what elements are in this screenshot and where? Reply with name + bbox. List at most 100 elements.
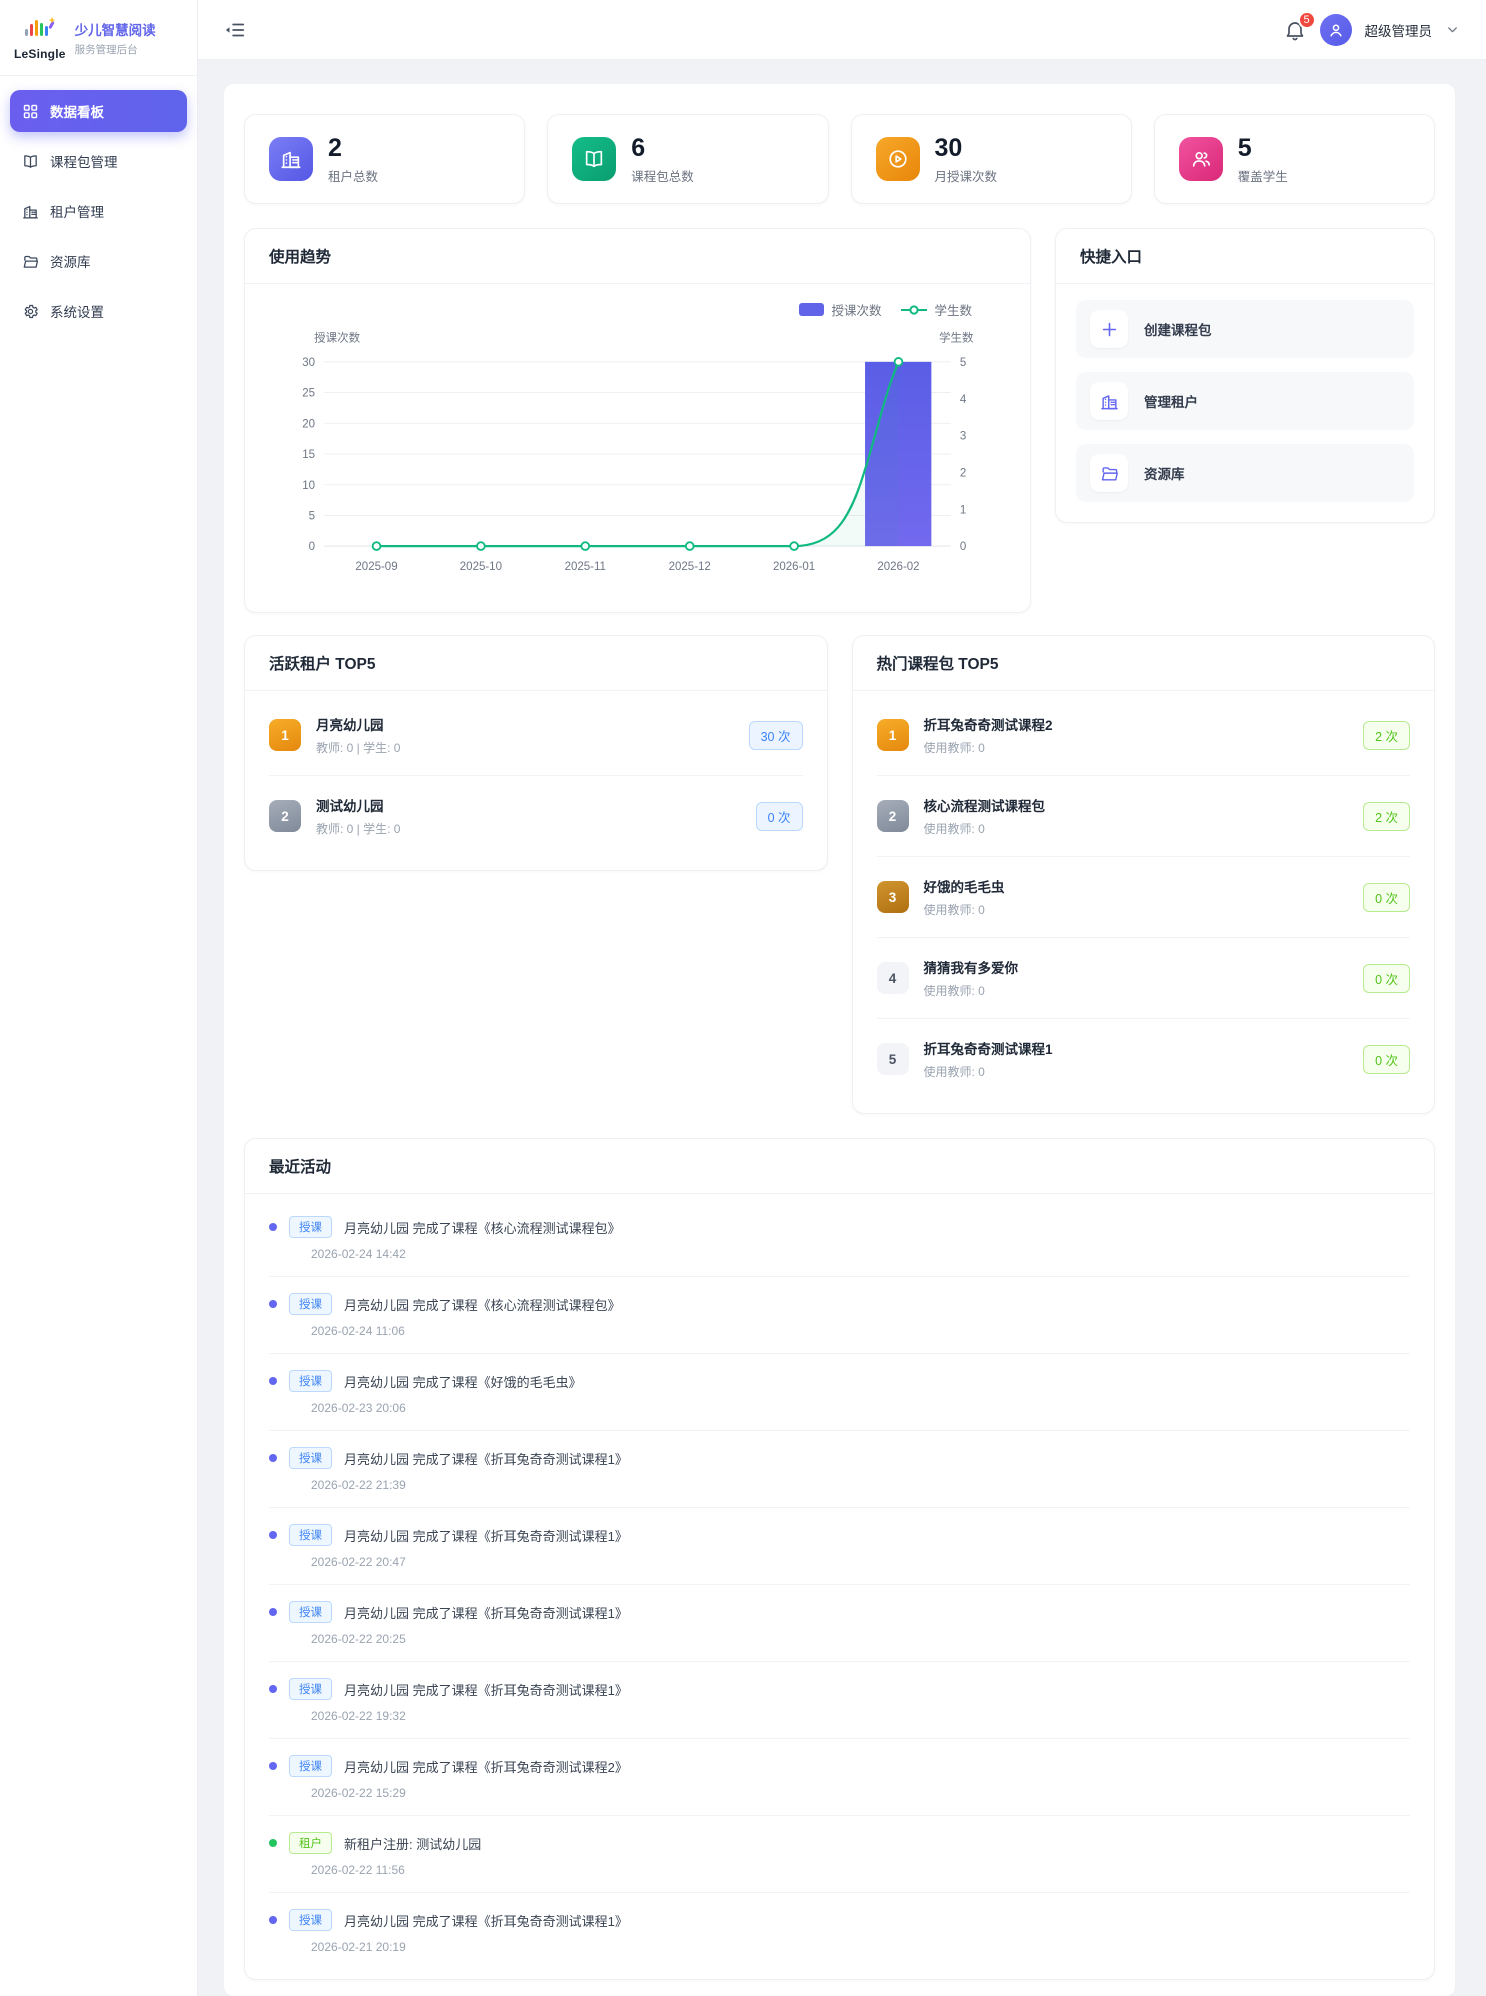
svg-text:2026-02: 2026-02	[877, 561, 919, 573]
content: 2 租户总数 6 课程包总数	[198, 60, 1486, 1996]
sidebar-item-settings[interactable]: 系统设置	[10, 290, 187, 332]
rank-badge: 2	[877, 800, 909, 832]
svg-text:0: 0	[309, 541, 315, 553]
stat-label: 租户总数	[328, 166, 378, 185]
play-icon	[876, 137, 920, 181]
activity-tag: 授课	[289, 1601, 332, 1623]
chevron-down-icon[interactable]	[1445, 22, 1460, 37]
stat-label: 课程包总数	[631, 166, 694, 185]
activity-row: 授课 月亮幼儿园 完成了课程《好饿的毛毛虫》 2026-02-23 20:06	[269, 1354, 1410, 1431]
sidebar-item-label: 系统设置	[50, 301, 104, 321]
svg-text:25: 25	[302, 388, 315, 400]
activity-tag: 授课	[289, 1909, 332, 1931]
tenant-name: 月亮幼儿园	[316, 714, 400, 734]
course-row: 3 好饿的毛毛虫 使用教师: 0 0 次	[877, 857, 1411, 938]
avatar[interactable]	[1320, 14, 1352, 46]
activity-text: 月亮幼儿园 完成了课程《折耳兔奇奇测试课程2》	[344, 1757, 628, 1776]
tenant-count-badge: 0 次	[756, 802, 803, 831]
stat-label: 覆盖学生	[1238, 166, 1288, 185]
course-meta: 使用教师: 0	[924, 901, 1005, 918]
tenant-meta: 教师: 0 | 学生: 0	[316, 739, 400, 756]
rank-badge: 3	[877, 881, 909, 913]
sidebar-item-course-packages[interactable]: 课程包管理	[10, 140, 187, 182]
sidebar-item-label: 租户管理	[50, 201, 104, 221]
x-axis-labels: 2025-09 2025-10 2025-11 2025-12 2026-01 …	[355, 561, 919, 573]
activity-tag: 授课	[289, 1293, 332, 1315]
activity-time: 2026-02-22 20:47	[311, 1555, 1410, 1569]
recent-activity-title: 最近活动	[245, 1139, 1434, 1194]
course-row: 2 核心流程测试课程包 使用教师: 0 2 次	[877, 776, 1411, 857]
plus-icon	[1090, 310, 1128, 348]
svg-text:2025-10: 2025-10	[460, 561, 502, 573]
activity-time: 2026-02-22 20:25	[311, 1632, 1410, 1646]
notifications-button[interactable]: 5	[1283, 18, 1307, 42]
tenant-meta: 教师: 0 | 学生: 0	[316, 820, 400, 837]
svg-text:20: 20	[302, 418, 315, 430]
topbar-right: 5 超级管理员	[1283, 14, 1461, 46]
trend-chart-svg: 授课次数 学生数	[269, 325, 1006, 594]
hot-courses-card: 热门课程包 TOP5 1 折耳兔奇奇测试课程2 使用教师: 0 2 次	[852, 635, 1436, 1114]
quick-entry-list: 创建课程包 管理租户	[1056, 284, 1434, 522]
activity-tag: 授课	[289, 1678, 332, 1700]
svg-text:10: 10	[302, 480, 315, 492]
tenant-row: 2 测试幼儿园 教师: 0 | 学生: 0 0 次	[269, 776, 803, 856]
user-name[interactable]: 超级管理员	[1365, 20, 1433, 40]
building-icon	[22, 203, 39, 220]
svg-text:3: 3	[960, 431, 966, 443]
sidebar-item-label: 资源库	[50, 251, 91, 271]
activity-time: 2026-02-22 15:29	[311, 1786, 1410, 1800]
activity-text: 月亮幼儿园 完成了课程《折耳兔奇奇测试课程1》	[344, 1603, 628, 1622]
legend-line-swatch	[901, 304, 927, 316]
activity-text: 月亮幼儿园 完成了课程《核心流程测试课程包》	[344, 1218, 621, 1237]
folder-icon	[22, 253, 39, 270]
activity-tag: 授课	[289, 1524, 332, 1546]
brand-logo: LeSingle	[14, 15, 66, 61]
stat-card-course-packages: 6 课程包总数	[547, 114, 828, 204]
activity-tag: 授课	[289, 1755, 332, 1777]
hot-courses-list: 1 折耳兔奇奇测试课程2 使用教师: 0 2 次 2 核心流程测试	[853, 691, 1435, 1113]
activity-row: 授课 月亮幼儿园 完成了课程《折耳兔奇奇测试课程1》 2026-02-22 21…	[269, 1431, 1410, 1508]
recent-activity-card: 最近活动 授课 月亮幼儿园 完成了课程《核心流程测试课程包》 2026-02-2…	[244, 1138, 1435, 1980]
quick-item-manage-tenants[interactable]: 管理租户	[1076, 372, 1414, 430]
activity-dot	[269, 1531, 277, 1539]
usage-trend-chart: 授课次数 学生数	[245, 284, 1030, 612]
dashboard-icon	[22, 103, 39, 120]
book-icon	[22, 153, 39, 170]
chart-legend: 授课次数 学生数	[269, 300, 1006, 319]
quick-item-resources[interactable]: 资源库	[1076, 444, 1414, 502]
activity-row: 授课 月亮幼儿园 完成了课程《折耳兔奇奇测试课程1》 2026-02-21 20…	[269, 1893, 1410, 1969]
activity-time: 2026-02-22 21:39	[311, 1478, 1410, 1492]
activity-tag: 授课	[289, 1447, 332, 1469]
activity-tag: 授课	[289, 1216, 332, 1238]
svg-text:5: 5	[960, 357, 966, 369]
activity-time: 2026-02-24 14:42	[311, 1247, 1410, 1261]
hot-courses-title: 热门课程包 TOP5	[853, 636, 1435, 691]
book-icon	[572, 137, 616, 181]
sidebar-item-resources[interactable]: 资源库	[10, 240, 187, 282]
rank-badge: 1	[877, 719, 909, 751]
sidebar-item-tenants[interactable]: 租户管理	[10, 190, 187, 232]
stat-card-students: 5 覆盖学生	[1154, 114, 1435, 204]
sidebar-item-label: 课程包管理	[50, 151, 118, 171]
app-title-block: 少儿智慧阅读 服务管理后台	[75, 19, 156, 57]
activity-row: 授课 月亮幼儿园 完成了课程《折耳兔奇奇测试课程2》 2026-02-22 15…	[269, 1739, 1410, 1816]
building-icon	[1090, 382, 1128, 420]
sidebar-item-dashboard[interactable]: 数据看板	[10, 90, 187, 132]
students-icon	[1179, 137, 1223, 181]
activity-time: 2026-02-22 11:56	[311, 1863, 1410, 1877]
course-count-badge: 0 次	[1363, 1045, 1410, 1074]
brand-logo-icon	[21, 15, 59, 45]
course-meta: 使用教师: 0	[924, 982, 1019, 999]
legend-item-lessons[interactable]: 授课次数	[799, 300, 881, 319]
course-row: 4 猜猜我有多爱你 使用教师: 0 0 次	[877, 938, 1411, 1019]
course-name: 好饿的毛毛虫	[924, 876, 1005, 896]
quick-item-create-course[interactable]: 创建课程包	[1076, 300, 1414, 358]
sidebar-collapse-button[interactable]	[224, 17, 250, 43]
legend-item-students[interactable]: 学生数	[901, 300, 972, 319]
stat-value: 2	[328, 134, 378, 162]
sidebar-menu: 数据看板 课程包管理 租户管理	[0, 76, 197, 346]
notification-badge: 5	[1298, 11, 1316, 29]
svg-text:30: 30	[302, 357, 315, 369]
activity-text: 月亮幼儿园 完成了课程《折耳兔奇奇测试课程1》	[344, 1680, 628, 1699]
activity-dot	[269, 1223, 277, 1231]
